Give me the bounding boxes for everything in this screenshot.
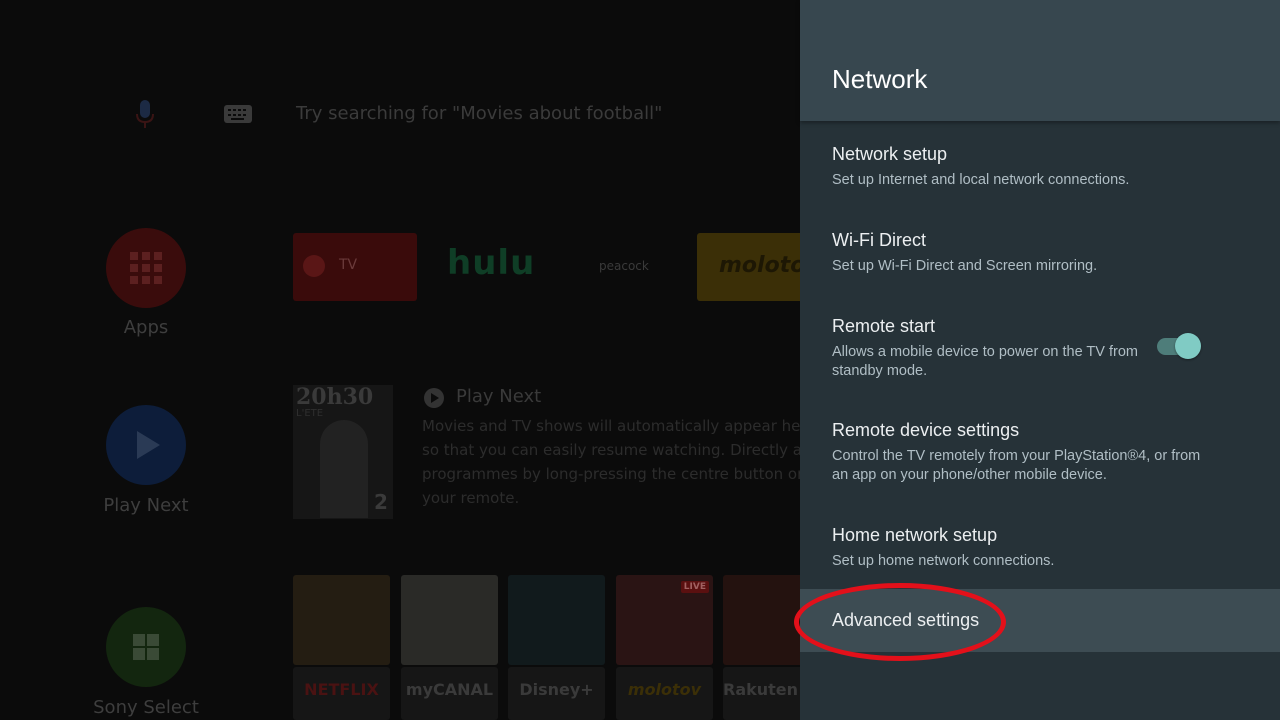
menu-item-network-setup[interactable]: Network setup Set up Internet and local … [800, 128, 1280, 208]
play-next-thumbnail-sub: L'ETE [296, 408, 324, 419]
poster-tile [508, 575, 605, 665]
apps-label: Apps [123, 317, 169, 338]
microphone-icon [136, 100, 154, 128]
toggle-thumb [1175, 333, 1201, 359]
peacock-logo: peacock [599, 259, 649, 273]
sony-select-label: Sony Select [93, 697, 199, 718]
menu-item-title: Remote start [832, 316, 936, 336]
live-badge: LIVE [680, 581, 709, 593]
menu-item-title: Network setup [832, 144, 948, 164]
play-next-label: Play Next [103, 495, 189, 516]
molotov-label: molotov [627, 680, 702, 699]
poster-tile [723, 575, 800, 665]
molotov-logo: molotov [719, 253, 800, 278]
tv-icon [303, 255, 325, 277]
play-icon [137, 431, 160, 459]
menu-item-home-network-setup[interactable]: Home network setup Set up home network c… [800, 509, 1280, 585]
menu-item-description: Set up Internet and local network connec… [832, 172, 1130, 188]
keyboard-icon [224, 105, 252, 123]
home-launcher-background: Try searching for "Movies about football… [0, 0, 800, 720]
poster-tile: LIVE [616, 575, 713, 665]
molotov-app-tile: molotov [697, 233, 800, 301]
menu-item-description: Allows a mobile device to power on the T… [832, 344, 1138, 379]
sony-select-button [106, 607, 186, 687]
remote-start-toggle[interactable] [1157, 333, 1201, 359]
rakuten-label: Rakuten TV [723, 680, 800, 699]
menu-item-wifi-direct[interactable]: Wi-Fi Direct Set up Wi-Fi Direct and Scr… [800, 214, 1280, 294]
apps-grid-icon [130, 252, 162, 284]
menu-item-title: Wi-Fi Direct [832, 230, 926, 250]
menu-item-description: Set up Wi-Fi Direct and Screen mirroring… [832, 258, 1098, 274]
menu-item-remote-start[interactable]: Remote start Allows a mobile device to p… [800, 300, 1280, 398]
poster-tile [293, 575, 390, 665]
menu-item-description: Control the TV remotely from your PlaySt… [832, 448, 1201, 483]
menu-item-title: Remote device settings [832, 420, 1020, 440]
hulu-logo: hulu [447, 243, 536, 283]
play-next-title: Play Next [456, 386, 542, 407]
peacock-app-tile: peacock [569, 233, 681, 301]
channel-number: 2 [374, 490, 388, 514]
play-next-description: Movies and TV shows will automatically a… [422, 417, 800, 507]
tv-tile-label: TV [339, 257, 358, 273]
tv-app-tile: TV [293, 233, 417, 301]
disney-plus-label: Disney+ [519, 680, 594, 699]
apps-button [106, 228, 186, 308]
red-highlight-circle [794, 583, 1006, 661]
menu-item-title: Home network setup [832, 525, 998, 545]
presenter-silhouette [320, 420, 368, 518]
hulu-app-tile: hulu [431, 233, 555, 301]
sony-select-icon [133, 634, 159, 660]
poster-tile [401, 575, 498, 665]
panel-title: Network [832, 64, 928, 94]
play-next-thumbnail-brand: 20h30 [296, 384, 374, 410]
play-next-circle-icon [424, 388, 444, 408]
menu-item-description: Set up home network connections. [832, 553, 1055, 569]
play-next-button [106, 405, 186, 485]
search-hint: Try searching for "Movies about football… [296, 103, 663, 124]
panel-header: Network [800, 0, 1280, 121]
mycanal-label: myCANAL [405, 680, 494, 699]
netflix-label: NETFLIX [304, 680, 379, 699]
menu-item-remote-device-settings[interactable]: Remote device settings Control the TV re… [800, 404, 1280, 504]
